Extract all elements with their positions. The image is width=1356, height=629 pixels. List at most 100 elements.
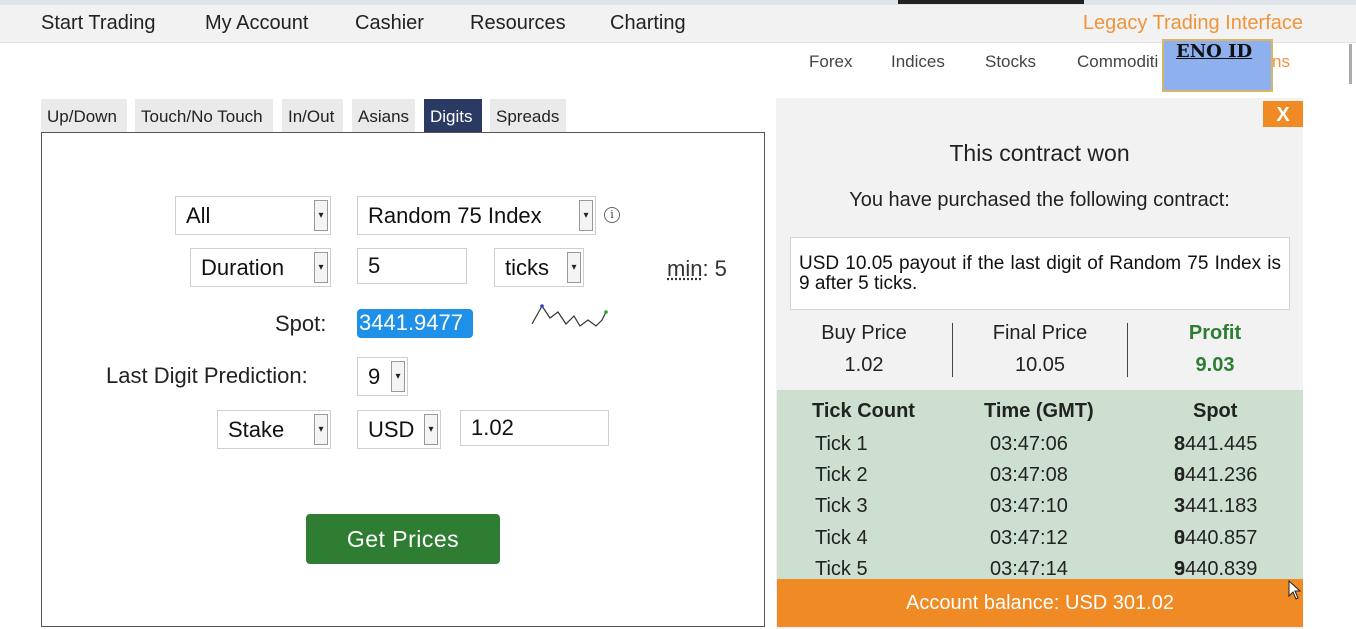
tab-label: Spreads (496, 107, 560, 126)
contract-description: USD 10.05 payout if the last digit of Ra… (790, 237, 1290, 310)
tab-label: Asians (358, 107, 410, 126)
table-row: Tick 1 03:47:06 3441.445 8 (777, 433, 1303, 465)
final-price-column: Final Price 10.05 (952, 322, 1128, 377)
duration-value-text: 5 (368, 253, 381, 278)
ticks-table: Tick Count Time (GMT) Spot Tick 1 03:47:… (777, 390, 1303, 580)
tick-count-cell: Tick 5 (815, 558, 868, 580)
tick-spot-text: 3441.445 (1174, 433, 1258, 455)
min-value: : 5 (702, 256, 727, 281)
min-abbr: min (667, 256, 703, 281)
tick-spot-cell: 3440.839 9 (1174, 558, 1257, 580)
tick-time-cell: 03:47:06 (990, 433, 1068, 455)
duration-unit-select[interactable]: ticks ▾ (494, 248, 584, 287)
table-row: Tick 5 03:47:14 3440.839 9 (777, 558, 1303, 580)
stake-amount-input[interactable]: 1.02 (460, 410, 609, 446)
tick-spot-text: 3441.183 (1174, 495, 1258, 517)
info-icon[interactable]: i (604, 207, 620, 223)
browser-top-dark-strip (898, 0, 1084, 4)
chevron-down-icon: ▾ (314, 200, 328, 231)
tick-time-cell: 03:47:08 (990, 464, 1068, 486)
tick-time-cell: 03:47:12 (990, 527, 1068, 549)
table-row: Tick 4 03:47:12 3440.857 0 (777, 527, 1303, 559)
tick-time-cell: 03:47:14 (990, 558, 1068, 580)
subnav-overflow-item[interactable]: ns (1272, 52, 1290, 72)
chevron-down-icon: ▾ (567, 252, 581, 283)
tick-spot-cell: 3441.236 0 (1174, 464, 1257, 487)
tab-spreads[interactable]: Spreads (490, 99, 566, 132)
chevron-down-icon: ▾ (579, 200, 593, 231)
time-header: Time (GMT) (984, 400, 1094, 422)
currency-select[interactable]: USD ▾ (357, 410, 441, 449)
last-digit-prediction-label: Last Digit Prediction: (106, 363, 308, 388)
tab-asians[interactable]: Asians (352, 99, 415, 132)
currency-value: USD (368, 417, 415, 442)
tick-time-cell: 03:47:10 (990, 495, 1068, 517)
close-result-button[interactable]: X (1263, 101, 1303, 127)
tab-touch-no-touch[interactable]: Touch/No Touch (135, 99, 273, 132)
tick-count-header: Tick Count (812, 400, 915, 422)
chevron-down-icon: ▾ (424, 414, 438, 445)
tab-up-down[interactable]: Up/Down (41, 99, 127, 132)
tab-label: Touch/No Touch (141, 107, 263, 126)
tab-label: Up/Down (47, 107, 117, 126)
buy-price-column: Buy Price 1.02 (776, 322, 952, 377)
nav-resources[interactable]: Resources (470, 12, 566, 35)
tab-digits[interactable]: Digits (424, 99, 482, 132)
legacy-trading-interface-link[interactable]: Legacy Trading Interface (1083, 12, 1303, 35)
chevron-down-icon: ▾ (391, 361, 405, 392)
profit-value: 9.03 (1195, 354, 1235, 376)
nav-start-trading[interactable]: Start Trading (41, 12, 156, 35)
account-balance-bar: Account balance: USD 301.02 (777, 579, 1303, 627)
table-row: Tick 2 03:47:08 3441.236 0 (777, 464, 1303, 496)
final-price-label: Final Price (992, 322, 1088, 344)
duration-unit-value: ticks (505, 255, 549, 280)
table-row: Tick 3 03:47:10 3441.183 3 (777, 495, 1303, 527)
nav-cashier[interactable]: Cashier (355, 12, 424, 35)
final-price-value: 10.05 (1014, 354, 1066, 376)
underlying-select-value: Random 75 Index (368, 203, 542, 228)
amount-type-select[interactable]: Stake ▾ (217, 410, 331, 449)
chevron-down-icon: ▾ (314, 414, 328, 445)
subnav-forex[interactable]: Forex (809, 52, 852, 72)
eno-id-text: ENO ID (1176, 41, 1253, 62)
nav-my-account[interactable]: My Account (205, 12, 308, 35)
chevron-down-icon: ▾ (314, 252, 328, 283)
tick-spot-cell: 3441.445 8 (1174, 433, 1257, 456)
tick-spot-cell: 3440.857 0 (1174, 527, 1257, 550)
subnav-commodities[interactable]: Commoditi (1077, 52, 1158, 72)
tab-label: In/Out (288, 107, 335, 126)
duration-type-select[interactable]: Duration ▾ (190, 248, 331, 287)
get-prices-button[interactable]: Get Prices (306, 514, 500, 564)
sparkline-chart (531, 304, 608, 327)
contract-won-title: This contract won (949, 140, 1130, 166)
profit-label: Profit (1188, 322, 1242, 344)
buy-price-label: Buy Price (821, 322, 907, 344)
duration-type-value: Duration (201, 255, 285, 280)
tab-in-out[interactable]: In/Out (282, 99, 343, 132)
underlying-select[interactable]: Random 75 Index ▾ (357, 196, 596, 235)
prediction-select[interactable]: 9 ▾ (357, 357, 408, 396)
subnav-stocks[interactable]: Stocks (985, 52, 1036, 72)
tick-spot-text: 3440.839 (1174, 558, 1258, 580)
nav-charting[interactable]: Charting (610, 12, 686, 35)
scrollbar-thumb[interactable] (1349, 44, 1352, 84)
spot-label: Spot: (275, 311, 327, 336)
duration-value-input[interactable]: 5 (357, 248, 467, 284)
mouse-cursor-icon (1288, 580, 1302, 600)
tick-count-cell: Tick 4 (815, 527, 868, 549)
tab-label: Digits (430, 107, 473, 126)
market-select-value: All (186, 203, 211, 228)
subnav-indices[interactable]: Indices (891, 52, 945, 72)
tick-spot-cell: 3441.183 3 (1174, 495, 1257, 518)
tick-spot-text: 3441.236 (1174, 464, 1258, 486)
profit-column: Profit 9.03 (1127, 322, 1303, 377)
purchased-contract-text: You have purchased the following contrac… (849, 189, 1230, 211)
market-select[interactable]: All ▾ (175, 196, 331, 235)
amount-type-value: Stake (228, 417, 285, 442)
stake-amount-text: 1.02 (471, 415, 514, 440)
buy-price-value: 1.02 (844, 354, 884, 376)
min-duration-label: min: 5 (667, 256, 727, 282)
prediction-value: 9 (368, 364, 381, 389)
tick-count-cell: Tick 1 (815, 433, 868, 455)
tick-spot-text: 3440.857 (1174, 527, 1258, 549)
